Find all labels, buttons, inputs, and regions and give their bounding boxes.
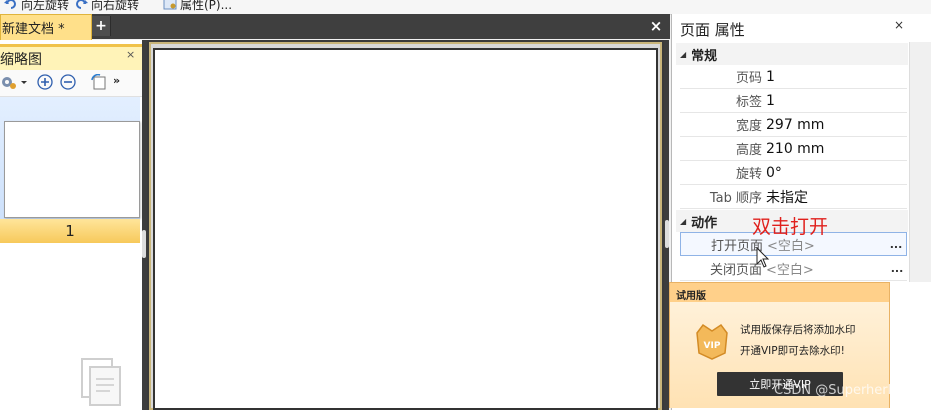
document-watermark-icon	[81, 358, 121, 406]
collapse-triangle-icon: ◢	[680, 49, 687, 59]
properties-icon	[163, 0, 177, 10]
close-document-button[interactable]: ×	[646, 17, 666, 35]
properties-panel-close-button[interactable]: ×	[894, 18, 904, 32]
vip-crown-icon: VIP	[696, 323, 728, 360]
prop-value[interactable]: 未指定	[764, 187, 907, 207]
document-page[interactable]	[153, 48, 658, 410]
prop-row-rotation[interactable]: 旋转 0°	[680, 161, 907, 185]
properties-label: 属性(P)...	[180, 0, 233, 12]
tab-new-document-label: 新建文档 *	[2, 22, 65, 37]
rotate-right-button[interactable]: 向右旋转	[74, 0, 139, 13]
trial-message-line2: 开通VIP即可去除水印!	[740, 345, 845, 357]
prop-row-height[interactable]: 高度 210 mm	[680, 137, 907, 161]
prop-value[interactable]: 1	[764, 69, 907, 85]
prop-row-close-page[interactable]: 关闭页面 <空白> ...	[680, 257, 907, 281]
dropdown-arrow-icon[interactable]	[20, 74, 28, 90]
prop-row-page-number[interactable]: 页码 1	[680, 65, 907, 89]
prop-row-tab-order[interactable]: Tab 顺序 未指定	[680, 185, 907, 209]
trial-popup-title: 试用版	[676, 291, 706, 302]
rotate-90-icon[interactable]	[90, 74, 108, 90]
close-icon: ×	[894, 18, 905, 32]
top-toolbar: 向左旋转 向右旋转 属性(P)...	[0, 0, 931, 15]
rotate-left-icon	[4, 0, 16, 9]
zoom-in-icon[interactable]	[37, 74, 53, 90]
prop-label: 标签	[735, 95, 762, 110]
ellipsis-button[interactable]: ...	[886, 238, 906, 251]
mouse-cursor-icon	[756, 247, 770, 268]
prop-label: 宽度	[735, 119, 762, 134]
prop-label: 高度	[735, 143, 762, 158]
rotate-left-button[interactable]: 向左旋转	[4, 0, 69, 13]
rotate-right-label: 向右旋转	[91, 0, 140, 12]
section-actions-label: 动作	[691, 215, 718, 231]
ellipsis-button[interactable]: ...	[887, 262, 907, 275]
collapse-triangle-icon: ◢	[680, 216, 687, 226]
trial-message-line1: 试用版保存后将添加水印	[740, 324, 856, 336]
prop-label: 旋转	[735, 167, 762, 182]
thumbnail-panel-title: 缩略图	[0, 51, 42, 68]
settings-icon[interactable]	[0, 74, 16, 90]
prop-value[interactable]: 1	[764, 93, 907, 109]
section-general-label: 常规	[691, 48, 718, 64]
prop-label: 页码	[735, 71, 762, 86]
rotate-left-label: 向左旋转	[21, 0, 70, 12]
properties-panel-title: 页面 属性	[680, 20, 745, 39]
prop-row-width[interactable]: 宽度 297 mm	[680, 113, 907, 137]
prop-value[interactable]: 210 mm	[764, 141, 907, 157]
close-icon: ×	[126, 48, 136, 61]
section-general[interactable]: ◢ 常规	[676, 43, 908, 65]
tab-new-document[interactable]: 新建文档 *	[0, 14, 92, 40]
zoom-out-icon[interactable]	[60, 74, 76, 90]
thumbnail-page-preview[interactable]	[4, 121, 140, 218]
left-splitter-grip[interactable]	[142, 230, 146, 258]
thumbnail-toolbar: »	[0, 70, 142, 97]
plus-icon: +	[95, 18, 107, 34]
rotate-right-icon	[76, 0, 88, 9]
double-click-annotation: 双击打开	[752, 216, 829, 238]
prop-value[interactable]: 0°	[764, 165, 907, 181]
prop-label: 关闭页面	[709, 263, 762, 278]
prop-value[interactable]: <空白>	[764, 259, 887, 278]
more-icon[interactable]: »	[113, 74, 129, 90]
prop-value[interactable]: 297 mm	[764, 117, 907, 133]
properties-scrollbar[interactable]	[909, 42, 931, 282]
prop-label: Tab 顺序	[709, 191, 762, 206]
right-splitter-grip[interactable]	[665, 220, 669, 248]
properties-panel-header: 页面 属性	[672, 16, 918, 42]
thumbnail-panel-header: 缩略图	[0, 44, 142, 70]
prop-row-label[interactable]: 标签 1	[680, 89, 907, 113]
watermark-text: CSDN @SuperherRo	[774, 383, 905, 398]
thumbnail-page-number: 1	[0, 219, 140, 243]
close-icon: ×	[649, 17, 663, 35]
properties-button[interactable]: 属性(P)...	[163, 0, 232, 13]
thumbnail-panel-close-button[interactable]: ×	[126, 48, 135, 61]
add-tab-button[interactable]: +	[92, 16, 111, 36]
vip-badge-text: VIP	[704, 341, 721, 351]
